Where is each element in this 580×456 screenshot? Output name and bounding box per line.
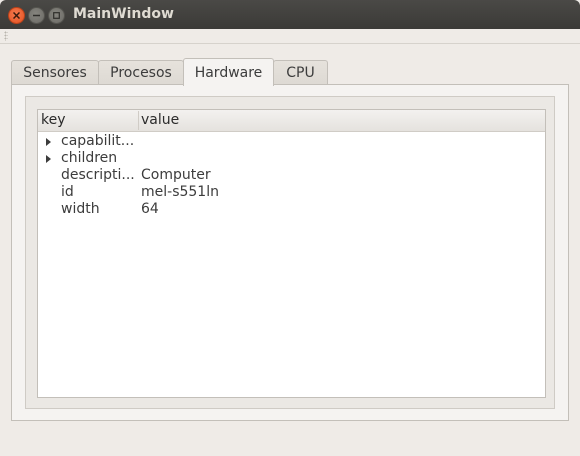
row-value: mel-s551ln bbox=[141, 184, 219, 200]
tab-hardware[interactable]: Hardware bbox=[183, 58, 274, 86]
tab-panel-hardware: key value capabilit... children descript… bbox=[11, 84, 569, 421]
maximize-button[interactable] bbox=[48, 7, 65, 24]
tree-header: key value bbox=[38, 110, 545, 132]
frame: key value capabilit... children descript… bbox=[25, 96, 555, 409]
row-value: 64 bbox=[141, 201, 159, 217]
tab-sensores[interactable]: Sensores bbox=[11, 60, 99, 85]
row-key: width bbox=[61, 201, 100, 217]
tree-row[interactable]: capabilit... bbox=[38, 133, 545, 151]
tab-label: Hardware bbox=[194, 64, 263, 81]
tree-row[interactable]: id mel-s551ln bbox=[38, 184, 545, 202]
tab-label: Procesos bbox=[110, 65, 172, 81]
row-key: id bbox=[61, 184, 74, 200]
separator bbox=[0, 43, 580, 44]
tab-procesos[interactable]: Procesos bbox=[98, 60, 184, 85]
close-icon bbox=[13, 12, 20, 19]
row-key: descripti... bbox=[61, 167, 135, 183]
tree-row[interactable]: children bbox=[38, 150, 545, 168]
expand-arrow-icon[interactable] bbox=[46, 155, 51, 163]
tab-cpu[interactable]: CPU bbox=[273, 60, 328, 85]
title-bar: MainWindow bbox=[0, 0, 580, 29]
column-header-key[interactable]: key bbox=[41, 112, 66, 128]
row-key: children bbox=[61, 150, 118, 166]
tree-row[interactable]: width 64 bbox=[38, 201, 545, 219]
window-title: MainWindow bbox=[73, 6, 174, 22]
expand-arrow-icon[interactable] bbox=[46, 138, 51, 146]
maximize-icon bbox=[53, 12, 60, 19]
minimize-button[interactable] bbox=[28, 7, 45, 24]
close-button[interactable] bbox=[8, 7, 25, 24]
tab-label: CPU bbox=[286, 65, 315, 81]
hardware-tree-view[interactable]: key value capabilit... children descript… bbox=[37, 109, 546, 398]
column-divider[interactable] bbox=[138, 111, 139, 130]
tree-row[interactable]: descripti... Computer bbox=[38, 167, 545, 185]
column-header-value[interactable]: value bbox=[141, 112, 179, 128]
tab-label: Sensores bbox=[23, 65, 87, 81]
row-value: Computer bbox=[141, 167, 211, 183]
row-key: capabilit... bbox=[61, 133, 135, 149]
toolbar-grip[interactable] bbox=[4, 31, 8, 41]
minimize-icon bbox=[33, 14, 40, 17]
